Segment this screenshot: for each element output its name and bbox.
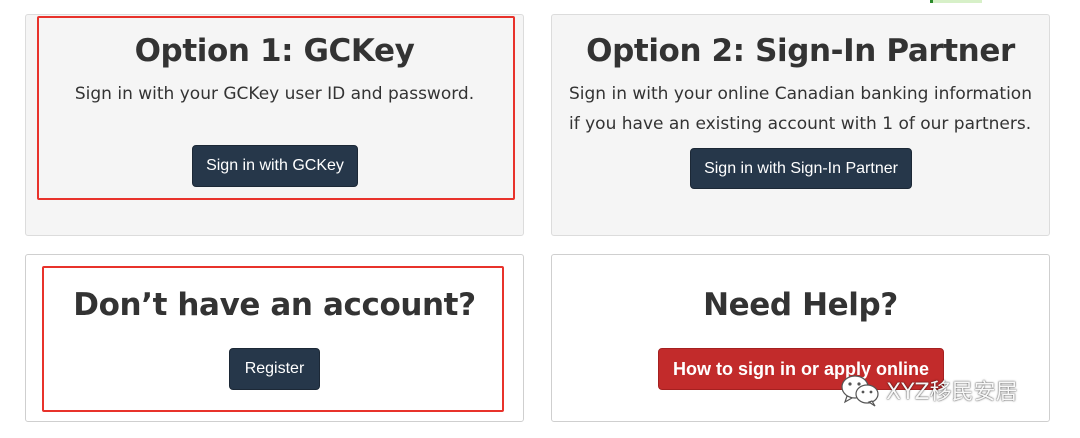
register-panel: Don’t have an account? Register: [25, 254, 524, 422]
how-to-sign-in-button[interactable]: How to sign in or apply online: [658, 348, 944, 390]
register-button[interactable]: Register: [229, 348, 320, 390]
option2-panel: Option 2: Sign-In Partner Sign in with y…: [551, 14, 1050, 236]
option2-description: Sign in with your online Canadian bankin…: [569, 79, 1049, 139]
option1-title: Option 1: GCKey: [134, 33, 415, 69]
option1-panel: Option 1: GCKey Sign in with your GCKey …: [25, 14, 524, 236]
top-accent-bar: [930, 0, 982, 3]
register-title: Don’t have an account?: [73, 287, 476, 323]
sign-in-partner-button[interactable]: Sign in with Sign-In Partner: [690, 148, 912, 189]
option2-title: Option 2: Sign-In Partner: [586, 33, 1015, 69]
option2-description-line2: if you have an existing account with 1 o…: [569, 114, 1032, 134]
option2-description-line1: Sign in with your online Canadian bankin…: [569, 84, 1032, 104]
help-panel: Need Help? How to sign in or apply onlin…: [551, 254, 1050, 422]
sign-in-gckey-button[interactable]: Sign in with GCKey: [192, 145, 358, 187]
help-title: Need Help?: [703, 287, 898, 323]
option1-description: Sign in with your GCKey user ID and pass…: [74, 84, 475, 104]
